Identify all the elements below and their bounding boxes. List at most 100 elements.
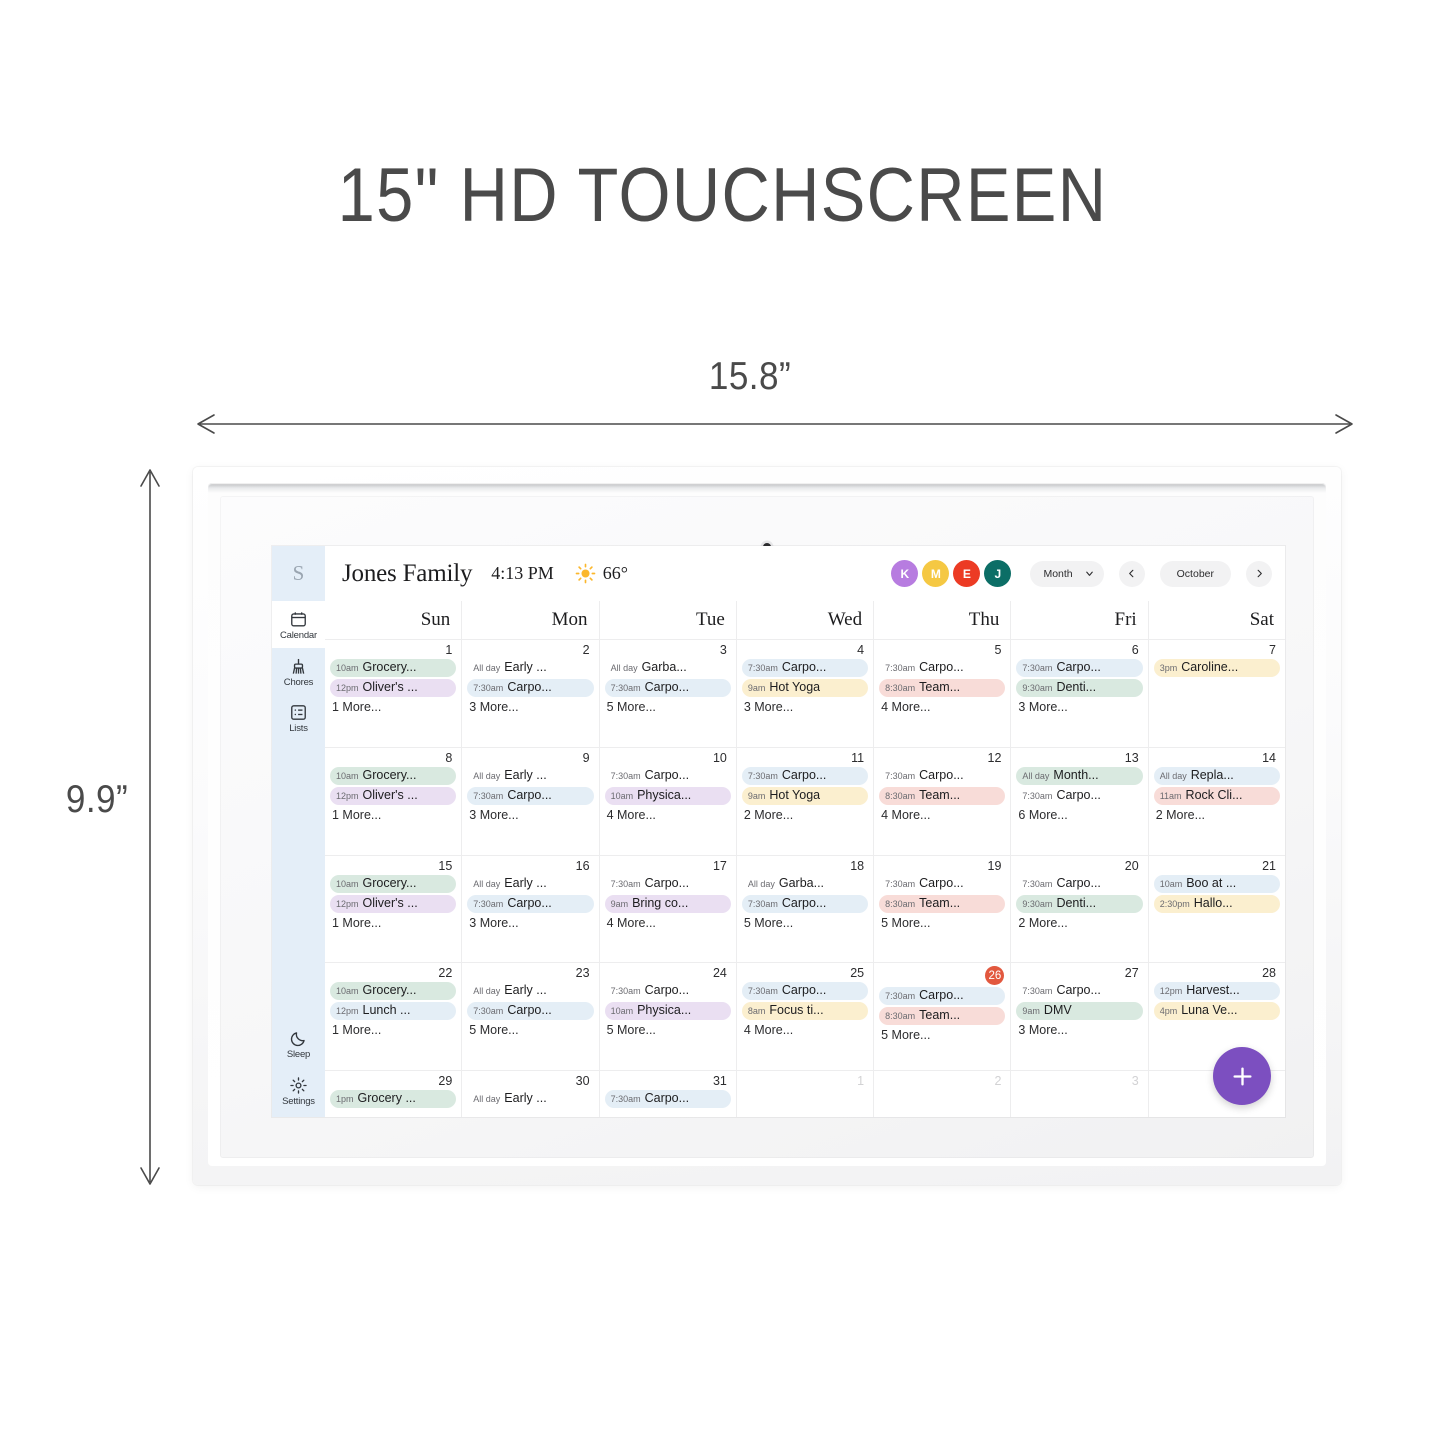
more-events-link[interactable]: 4 More... xyxy=(879,807,1005,823)
more-events-link[interactable]: 3 More... xyxy=(467,915,593,931)
calendar-day-cell[interactable]: 7 3pm Caroline... xyxy=(1149,640,1285,747)
calendar-event-pill[interactable]: 7:30am Carpo... xyxy=(879,987,1006,1006)
more-events-link[interactable]: 3 More... xyxy=(467,699,593,715)
calendar-day-cell[interactable]: 1 10am Grocery... 12pm Oliver's ... 1 More... xyxy=(325,640,463,747)
calendar-event-pill[interactable]: 7:30am Carpo... xyxy=(605,767,731,785)
calendar-day-cell[interactable]: 2 xyxy=(874,1071,1012,1117)
calendar-event-pill[interactable]: All day Garba... xyxy=(605,659,731,677)
calendar-day-cell[interactable]: 26 7:30am Carpo... 8:30am Team... 5 More... xyxy=(874,963,1012,1070)
sidebar-item-sleep[interactable]: Sleep xyxy=(272,1020,325,1067)
calendar-day-cell[interactable]: 23 All day Early ... 7:30am Carpo... 5 More..… xyxy=(462,963,600,1070)
view-selector-dropdown[interactable]: Month xyxy=(1030,560,1104,587)
calendar-day-cell[interactable]: 20 7:30am Carpo... 9:30am Denti... 2 More... xyxy=(1011,855,1149,963)
calendar-day-cell[interactable]: 15 10am Grocery... 12pm Oliver's ... 1 More..… xyxy=(325,855,463,963)
calendar-day-cell[interactable]: 9 All day Early ... 7:30am Carpo... 3 More... xyxy=(462,747,600,855)
more-events-link[interactable]: 2 More... xyxy=(1016,915,1142,931)
calendar-event-pill[interactable]: 7:30am Carpo... xyxy=(741,766,869,785)
more-events-link[interactable]: 5 More... xyxy=(879,915,1005,931)
calendar-event-pill[interactable]: 7:30am Carpo... xyxy=(467,894,594,913)
sidebar-item-calendar[interactable]: Calendar xyxy=(272,601,325,648)
calendar-event-pill[interactable]: 2:30pm Hallo... xyxy=(1153,894,1280,913)
more-events-link[interactable]: 3 More... xyxy=(1016,1022,1142,1038)
calendar-event-pill[interactable]: 7:30am Carpo... xyxy=(604,679,731,697)
calendar-event-pill[interactable]: 7:30am Carpo... xyxy=(605,875,731,893)
more-events-link[interactable]: 5 More... xyxy=(605,699,731,715)
calendar-event-pill[interactable]: 7:30am Carpo... xyxy=(467,786,594,805)
calendar-event-pill[interactable]: 9am Hot Yoga xyxy=(741,679,869,697)
calendar-event-pill[interactable]: 7:30am Carpo... xyxy=(1016,659,1143,677)
calendar-day-cell[interactable]: 19 7:30am Carpo... 8:30am Team... 5 More... xyxy=(874,855,1012,963)
calendar-event-pill[interactable]: 7:30am Carpo... xyxy=(879,767,1005,785)
calendar-event-pill[interactable]: 7:30am Carpo... xyxy=(741,894,869,913)
calendar-event-pill[interactable]: All day Garba... xyxy=(742,875,868,893)
calendar-event-pill[interactable]: All day Early ... xyxy=(467,875,593,893)
more-events-link[interactable]: 5 More... xyxy=(467,1022,593,1038)
calendar-event-pill[interactable]: 10am Boo at ... xyxy=(1153,874,1280,893)
calendar-event-pill[interactable]: 10am Physica... xyxy=(604,786,731,805)
calendar-day-cell[interactable]: 16 All day Early ... 7:30am Carpo... 3 More..… xyxy=(462,855,600,963)
calendar-event-pill[interactable]: 9am DMV xyxy=(1016,1002,1143,1021)
avatar[interactable]: M xyxy=(922,560,950,587)
calendar-day-cell[interactable]: 17 7:30am Carpo... 9am Bring co... 4 More... xyxy=(600,855,737,963)
more-events-link[interactable]: 5 More... xyxy=(742,915,868,931)
prev-month-button[interactable] xyxy=(1118,560,1145,587)
calendar-event-pill[interactable]: 7:30am Carpo... xyxy=(604,1090,731,1108)
calendar-event-pill[interactable]: All day Early ... xyxy=(467,982,593,1000)
calendar-day-cell[interactable]: 18 All day Garba... 7:30am Carpo... 5 More... xyxy=(737,855,875,963)
calendar-event-pill[interactable]: 9am Bring co... xyxy=(604,894,731,913)
more-events-link[interactable]: 4 More... xyxy=(605,807,731,823)
calendar-event-pill[interactable]: 12pm Oliver's ... xyxy=(330,786,457,805)
calendar-day-cell[interactable]: 10 7:30am Carpo... 10am Physica... 4 More... xyxy=(600,747,737,855)
touchscreen-display[interactable]: S Calendar Chores Lists Sleep Settings J… xyxy=(272,546,1285,1117)
more-events-link[interactable]: 1 More... xyxy=(330,915,456,931)
calendar-event-pill[interactable]: 12pm Oliver's ... xyxy=(330,679,457,697)
next-month-button[interactable] xyxy=(1246,560,1272,587)
calendar-day-cell[interactable]: 29 1pm Grocery ... xyxy=(325,1071,463,1117)
more-events-link[interactable]: 5 More... xyxy=(605,1022,731,1038)
calendar-day-cell[interactable]: 27 7:30am Carpo... 9am DMV 3 More... xyxy=(1011,963,1149,1070)
calendar-day-cell[interactable]: 12 7:30am Carpo... 8:30am Team... 4 More... xyxy=(874,747,1012,855)
calendar-event-pill[interactable]: 9:30am Denti... xyxy=(1016,894,1143,913)
calendar-event-pill[interactable]: 1pm Grocery ... xyxy=(330,1090,457,1108)
calendar-day-cell[interactable]: 13 All day Month... 7:30am Carpo... 6 More... xyxy=(1011,747,1149,855)
calendar-event-pill[interactable]: 7:30am Carpo... xyxy=(1016,982,1142,1000)
calendar-event-pill[interactable]: 8:30am Team... xyxy=(879,894,1006,913)
calendar-day-cell[interactable]: 28 12pm Harvest... 4pm Luna Ve... xyxy=(1149,963,1285,1070)
more-events-link[interactable]: 4 More... xyxy=(742,1022,868,1038)
calendar-event-pill[interactable]: 8:30am Team... xyxy=(879,1007,1006,1026)
more-events-link[interactable]: 2 More... xyxy=(742,807,868,823)
more-events-link[interactable]: 3 More... xyxy=(1016,699,1142,715)
calendar-event-pill[interactable]: 7:30am Carpo... xyxy=(741,982,869,1001)
calendar-event-pill[interactable]: 7:30am Carpo... xyxy=(879,659,1005,677)
calendar-event-pill[interactable]: 8:30am Team... xyxy=(879,786,1006,805)
current-month-label[interactable]: October xyxy=(1159,560,1231,587)
sidebar-item-lists[interactable]: Lists xyxy=(272,694,325,741)
calendar-event-pill[interactable]: 8am Focus ti... xyxy=(741,1002,869,1021)
calendar-event-pill[interactable]: 7:30am Carpo... xyxy=(467,679,594,697)
avatar[interactable]: K xyxy=(891,560,919,587)
calendar-event-pill[interactable]: 7:30am Carpo... xyxy=(1016,787,1142,805)
more-events-link[interactable]: 1 More... xyxy=(330,699,456,715)
more-events-link[interactable]: 1 More... xyxy=(330,807,456,823)
calendar-event-pill[interactable]: 7:30am Carpo... xyxy=(605,982,731,1000)
calendar-day-cell[interactable]: 31 7:30am Carpo... xyxy=(600,1071,737,1117)
calendar-day-cell[interactable]: 2 All day Early ... 7:30am Carpo... 3 More... xyxy=(462,640,600,747)
calendar-event-pill[interactable]: 7:30am Carpo... xyxy=(741,659,869,677)
calendar-event-pill[interactable]: 7:30am Carpo... xyxy=(1016,875,1142,893)
calendar-event-pill[interactable]: 9am Hot Yoga xyxy=(741,786,869,805)
calendar-event-pill[interactable]: 10am Grocery... xyxy=(330,982,457,1001)
sidebar-item-settings[interactable]: Settings xyxy=(272,1067,325,1118)
calendar-event-pill[interactable]: 12pm Harvest... xyxy=(1153,982,1280,1001)
calendar-event-pill[interactable]: All day Repla... xyxy=(1153,766,1280,785)
add-event-button[interactable] xyxy=(1213,1047,1271,1105)
more-events-link[interactable]: 3 More... xyxy=(742,699,868,715)
calendar-event-pill[interactable]: All day Early ... xyxy=(467,767,593,785)
calendar-event-pill[interactable]: 7:30am Carpo... xyxy=(467,1002,594,1021)
calendar-event-pill[interactable]: 10am Physica... xyxy=(604,1002,731,1021)
calendar-event-pill[interactable]: 9:30am Denti... xyxy=(1016,679,1143,697)
calendar-event-pill[interactable]: 11am Rock Cli... xyxy=(1153,786,1280,805)
calendar-event-pill[interactable]: 8:30am Team... xyxy=(879,679,1006,697)
calendar-day-cell[interactable]: 25 7:30am Carpo... 8am Focus ti... 4 More... xyxy=(737,963,875,1070)
calendar-event-pill[interactable]: 10am Grocery... xyxy=(330,766,457,785)
calendar-event-pill[interactable]: 3pm Caroline... xyxy=(1153,659,1280,677)
